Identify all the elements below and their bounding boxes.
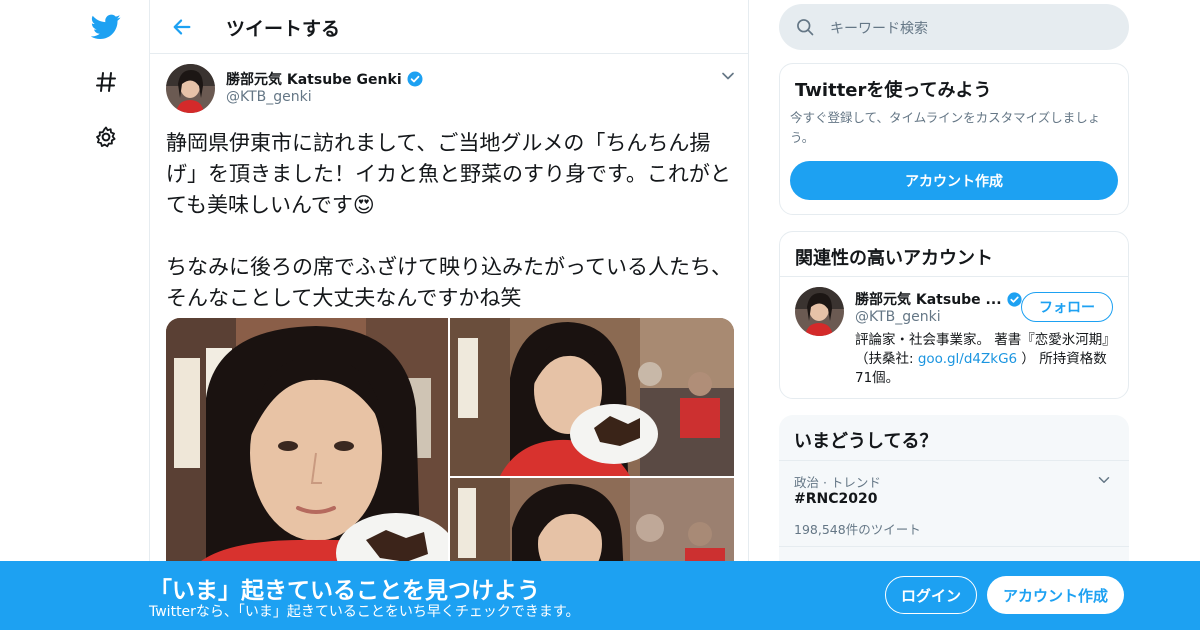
card-divider bbox=[779, 546, 1129, 547]
login-button[interactable]: ログイン bbox=[885, 576, 977, 614]
back-arrow-icon[interactable] bbox=[168, 13, 196, 41]
related-account-handle[interactable]: @KTB_genki bbox=[855, 309, 941, 325]
author-avatar[interactable] bbox=[166, 64, 215, 113]
verified-badge-icon bbox=[406, 70, 424, 88]
tweet-text: 静岡県伊東市に訪れまして、ご当地グルメの「ちんちん揚げ」を頂きました！イカと魚と… bbox=[166, 131, 732, 310]
tweet-photo-2[interactable] bbox=[450, 318, 734, 476]
tweet-header: ツイートする bbox=[150, 0, 748, 54]
card-divider bbox=[780, 276, 1128, 277]
author-name[interactable]: 勝部元気 Katsube Genki bbox=[226, 69, 402, 89]
trend-name[interactable]: #RNC2020 bbox=[794, 491, 877, 507]
trend-item[interactable]: 政治 · トレンド #RNC2020 198,548件のツイート bbox=[779, 461, 1127, 546]
signup-card-title: Twitterを使ってみよう bbox=[795, 80, 992, 101]
hashtag-icon[interactable] bbox=[88, 64, 124, 100]
banner-subtitle: Twitterなら、「いま」起きていることをいち早くチェックできます。 bbox=[149, 604, 580, 620]
tweet-photo-1[interactable] bbox=[166, 318, 448, 578]
create-account-button[interactable]: アカウント作成 bbox=[790, 161, 1118, 200]
bio-link[interactable]: goo.gl/d4ZkG6 bbox=[918, 351, 1017, 367]
chevron-down-icon[interactable] bbox=[1095, 471, 1113, 489]
follow-button[interactable]: フォロー bbox=[1021, 292, 1113, 322]
author-handle[interactable]: @KTB_genki bbox=[226, 89, 312, 105]
search-bar[interactable]: キーワード検索 bbox=[779, 4, 1129, 50]
tweet-column: ツイートする 勝部元気 Katsube Genki @KTB_genki 静岡県… bbox=[149, 0, 749, 630]
banner-create-account-button[interactable]: アカウント作成 bbox=[987, 576, 1124, 614]
banner-title: 「いま」起きていることを見つけよう bbox=[149, 578, 540, 604]
author-name-row[interactable]: 勝部元気 Katsube Genki bbox=[226, 69, 424, 89]
related-accounts-title: 関連性の高いアカウント bbox=[795, 248, 993, 269]
trend-tweet-count: 198,548件のツイート bbox=[794, 522, 921, 537]
tweet-media-grid bbox=[166, 318, 734, 578]
related-account-bio: 評論家・社会事業家。 著書『恋愛氷河期』（扶桑社: goo.gl/d4ZkG6 … bbox=[855, 331, 1117, 388]
trend-category: 政治 · トレンド bbox=[794, 475, 881, 490]
settings-gear-icon[interactable] bbox=[88, 119, 124, 155]
search-icon bbox=[795, 17, 815, 37]
related-avatar[interactable] bbox=[795, 287, 844, 336]
related-accounts-card: 関連性の高いアカウント 勝部元気 Katsube ... @KTB_genki … bbox=[779, 231, 1129, 399]
related-account-name[interactable]: 勝部元気 Katsube ... bbox=[855, 289, 1002, 309]
related-name-row[interactable]: 勝部元気 Katsube ... bbox=[855, 289, 1023, 309]
search-input[interactable]: キーワード検索 bbox=[830, 18, 928, 38]
signup-card: Twitterを使ってみよう 今すぐ登録して、タイムラインをカスタマイズしましょ… bbox=[779, 63, 1129, 215]
trends-card: いまどうしてる？ 政治 · トレンド #RNC2020 198,548件のツイー… bbox=[779, 415, 1129, 575]
twitter-bird-icon[interactable] bbox=[88, 9, 124, 45]
trends-title: いまどうしてる？ bbox=[794, 431, 938, 452]
signup-card-text: 今すぐ登録して、タイムラインをカスタマイズしましょう。 bbox=[790, 110, 1101, 145]
page-title: ツイートする bbox=[226, 18, 341, 40]
verified-badge-icon bbox=[1006, 291, 1023, 308]
chevron-down-icon[interactable] bbox=[718, 66, 738, 86]
